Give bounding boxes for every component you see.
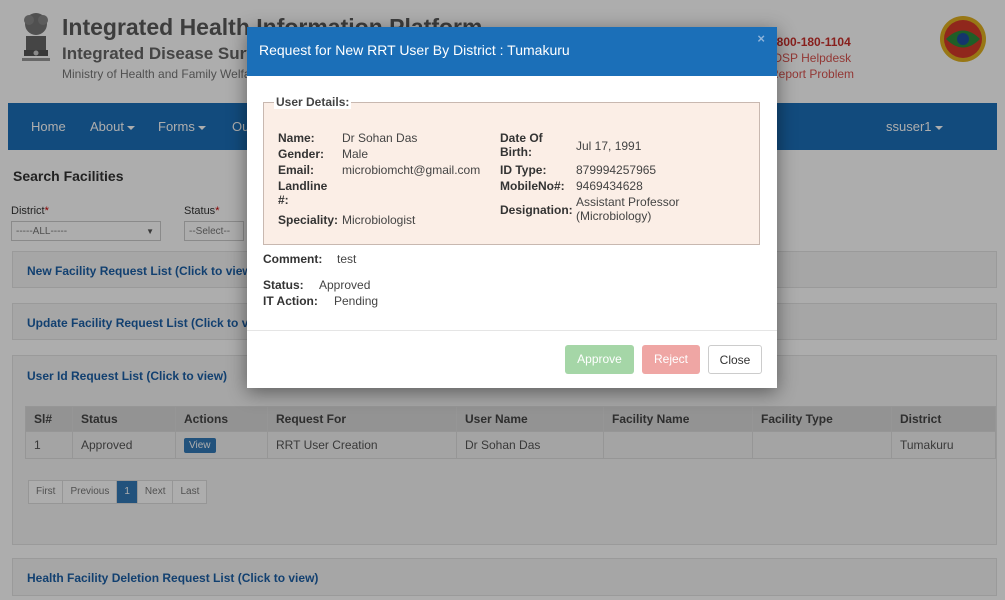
modal-header: Request for New RRT User By District : T… [247, 27, 777, 76]
user-details-fieldset: User Details: Name: Dr Sohan Das Gender:… [263, 95, 760, 245]
designation-value: Assistant Professor (Microbiology) [576, 195, 680, 223]
dob-value: Jul 17, 1991 [576, 139, 642, 153]
comment-value: test [337, 252, 357, 266]
idtype-label: ID Type: [500, 163, 547, 177]
speciality-value: Microbiologist [342, 213, 416, 227]
email-label: Email: [278, 163, 315, 177]
approve-button[interactable]: Approve [565, 345, 634, 374]
close-icon[interactable]: × [757, 31, 765, 46]
gender-label: Gender: [278, 147, 325, 161]
mobile-value: 9469434628 [576, 179, 643, 193]
it-action-value: Pending [334, 294, 379, 308]
name-label: Name: [278, 131, 315, 145]
modal-title: Request for New RRT User By District : T… [259, 42, 570, 58]
mobile-label: MobileNo#: [500, 179, 565, 193]
it-action-label: IT Action: [263, 294, 318, 308]
email-value: microbiomcht@gmail.com [342, 163, 481, 177]
status-value: Approved [319, 278, 371, 292]
user-details-legend: User Details: [274, 95, 352, 109]
comment-label: Comment: [263, 252, 323, 266]
reject-button[interactable]: Reject [642, 345, 700, 374]
name-value: Dr Sohan Das [342, 131, 418, 145]
gender-value: Male [342, 147, 369, 161]
modal-footer-divider [247, 330, 777, 331]
dob-label: Date Of Birth: [500, 131, 543, 159]
idtype-value: 879994257965 [576, 163, 657, 177]
page: Integrated Health Information Platform I… [0, 0, 1005, 600]
close-button[interactable]: Close [708, 345, 762, 374]
designation-label: Designation: [500, 203, 573, 217]
rrt-request-modal: Request for New RRT User By District : T… [247, 27, 777, 388]
speciality-label: Speciality: [278, 213, 339, 227]
landline-label: Landline #: [278, 179, 328, 207]
status-label: Status: [263, 278, 304, 292]
